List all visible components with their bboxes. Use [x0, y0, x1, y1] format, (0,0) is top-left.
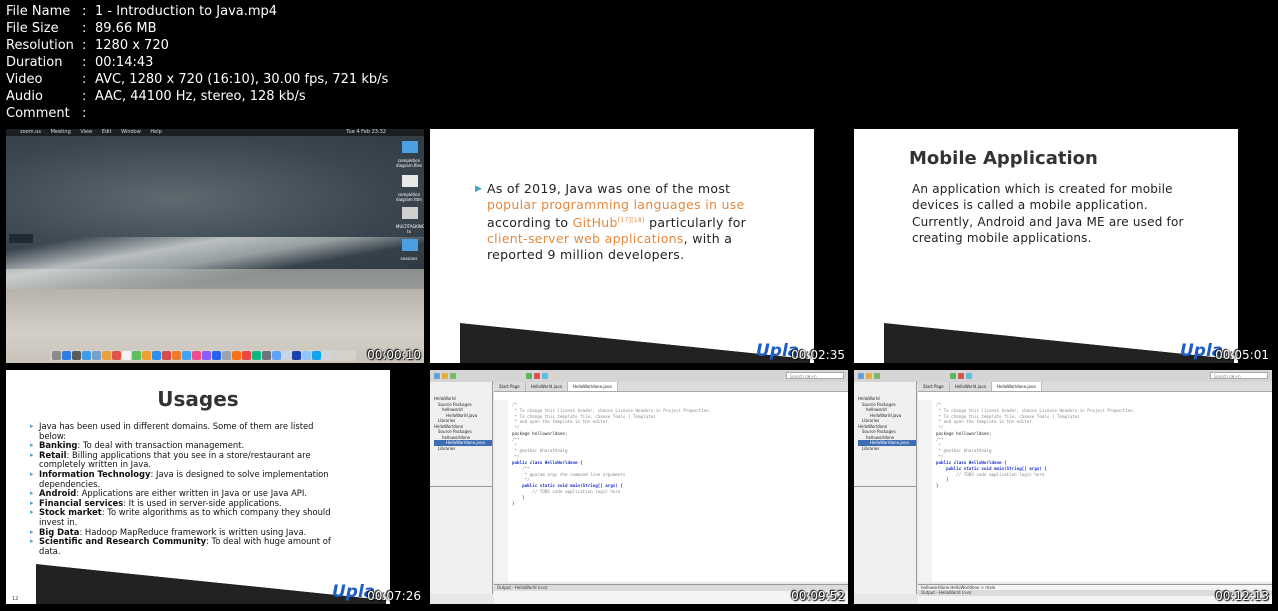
list-item: Retail: Billing applications that you se… — [30, 450, 339, 470]
project-explorer: HelloWorld Source Packages helloworld He… — [430, 382, 493, 594]
meta-row-filename: File Name:1 - Introduction to Java.mp4 — [6, 4, 278, 19]
timestamp: 00:09:52 — [791, 589, 845, 603]
menu-help: Help — [150, 129, 162, 135]
navigator-panel — [854, 486, 916, 587]
editor-tabs: Start Page HelloWorld.java HelloWorldone.j… — [494, 382, 848, 392]
slide-stripe-decoration — [36, 564, 386, 604]
thumbnail-slide-java-2019[interactable]: ▶ As of 2019, Java was one of the most p… — [430, 129, 848, 363]
slide-paragraph: An application which is created for mobi… — [912, 182, 1173, 212]
code-editor[interactable]: Start Page HelloWorld.java HelloWorldone.j… — [494, 382, 848, 582]
timestamp: 00:00:10 — [367, 348, 421, 362]
tab-start-page[interactable]: Start Page — [918, 382, 950, 391]
tab-helloworldone[interactable]: HelloWorldone.java — [992, 382, 1042, 391]
usages-list: Java has been used in different domains.… — [30, 421, 339, 556]
meta-row-comment: Comment: — [6, 106, 87, 121]
folder-icon — [402, 239, 418, 251]
meta-row-audio: Audio: AAC, 44100 Hz, stereo, 128 kb/s — [6, 89, 306, 104]
meta-row-resolution: Resolution:1280 x 720 — [6, 38, 169, 53]
folder-icon — [402, 141, 418, 153]
menu-view: View — [80, 129, 93, 135]
code-editor[interactable]: Start Page HelloWorld.java HelloWorldone.j… — [918, 382, 1272, 582]
mac-dock — [50, 350, 356, 361]
slide-title: Usages — [157, 387, 239, 411]
slide-black-bar — [1238, 129, 1272, 363]
thumbnail-desktop[interactable]: zoom.us Meeting View Edit Window Help Tu… — [6, 129, 424, 363]
link-github: GitHub — [572, 215, 618, 231]
page-number: 12 — [12, 596, 19, 602]
project-explorer: HelloWorld Source Packages helloworld He… — [854, 382, 917, 594]
project-tree: HelloWorld Source Packages helloworld He… — [854, 382, 916, 451]
desktop-file-label: sessions — [400, 256, 418, 261]
list-item: Information Technology: Java is designed… — [30, 469, 339, 489]
desktop-file-label: MULTITASKING.pp tx — [396, 224, 424, 234]
slide-stripe-decoration — [460, 323, 810, 363]
slide-stripe-decoration — [884, 323, 1234, 363]
menu-meeting: Meeting — [50, 129, 71, 135]
thumbnail-ide-1[interactable]: Search (⌘+I) HelloWorld Source Packages … — [430, 370, 848, 604]
line-gutter — [918, 400, 932, 582]
desktop-file-label: completion diagram.htm — [396, 192, 422, 202]
list-item: Java has been used in different domains.… — [30, 421, 339, 441]
zoom-window-icon — [9, 234, 33, 243]
editor-tabs: Start Page HelloWorld.java HelloWorldone.j… — [918, 382, 1272, 392]
navigator-panel — [430, 486, 492, 587]
slide-black-bar — [390, 370, 424, 604]
tab-helloworldone[interactable]: HelloWorldone.java — [568, 382, 618, 391]
tree-item[interactable]: Libraries — [434, 446, 492, 452]
desktop-file-label: completion diagram.files — [396, 158, 423, 168]
mac-menubar: zoom.us Meeting View Edit Window Help Tu… — [6, 129, 424, 136]
media-info-panel: File Name:1 - Introduction to Java.mp4 F… — [6, 3, 388, 122]
source-code[interactable]: /* * To change this license header, choo… — [936, 402, 1135, 489]
timestamp: 00:05:01 — [1215, 348, 1269, 362]
slide-title: Mobile Application — [909, 148, 1098, 169]
meta-row-video: Video: AVC, 1280 x 720 (16:10), 30.00 fps… — [6, 72, 389, 87]
menu-edit: Edit — [101, 129, 112, 135]
timestamp: 00:12:13 — [1215, 589, 1269, 603]
tab-start-page[interactable]: Start Page — [494, 382, 526, 391]
tree-item[interactable]: Libraries — [858, 446, 916, 452]
thumbnail-ide-2[interactable]: Search (⌘+I) HelloWorld Source Packages … — [854, 370, 1272, 604]
tab-helloworld[interactable]: HelloWorld.java — [950, 382, 992, 391]
reference-marks: [17][18] — [617, 217, 645, 224]
thumbnail-slide-mobile-app[interactable]: Mobile Application An application which … — [854, 129, 1272, 363]
slide-body-text: ▶ As of 2019, Java was one of the most p… — [475, 181, 747, 263]
tab-helloworld[interactable]: HelloWorld.java — [526, 382, 568, 391]
project-tree: HelloWorld Source Packages helloworld He… — [430, 382, 492, 451]
surf-image — [6, 237, 424, 297]
meta-row-duration: Duration:00:14:43 — [6, 55, 154, 70]
list-item: Stock market: To write algorithms as to … — [30, 508, 339, 527]
ide-search-input[interactable]: Search (⌘+I) — [1210, 372, 1268, 379]
ide-search-input[interactable]: Search (⌘+I) — [786, 372, 844, 379]
link-client-server: client-server web applications — [487, 231, 684, 247]
slide-black-bar — [814, 129, 848, 363]
meta-row-filesize: File Size:89.66 MB — [6, 21, 157, 36]
bullet-icon: ▶ — [475, 184, 483, 194]
file-icon — [402, 175, 418, 187]
menubar-clock: Tue 4 Feb 23:32 — [346, 129, 386, 135]
thumbnail-slide-usages[interactable]: Usages Java has been used in different d… — [6, 370, 424, 604]
menu-window: Window — [121, 129, 141, 135]
link-popular-languages: popular programming languages in use — [487, 197, 745, 212]
timestamp: 00:02:35 — [791, 348, 845, 362]
slide-paragraph: Currently, Android and Java ME are used … — [912, 215, 1184, 245]
timestamp: 00:07:26 — [367, 589, 421, 603]
line-gutter — [494, 400, 508, 582]
file-icon — [402, 207, 418, 219]
menu-app: zoom.us — [20, 129, 41, 135]
list-item: Scientific and Research Community: To de… — [30, 536, 339, 556]
source-code[interactable]: /* * To change this license header, choo… — [512, 402, 711, 506]
